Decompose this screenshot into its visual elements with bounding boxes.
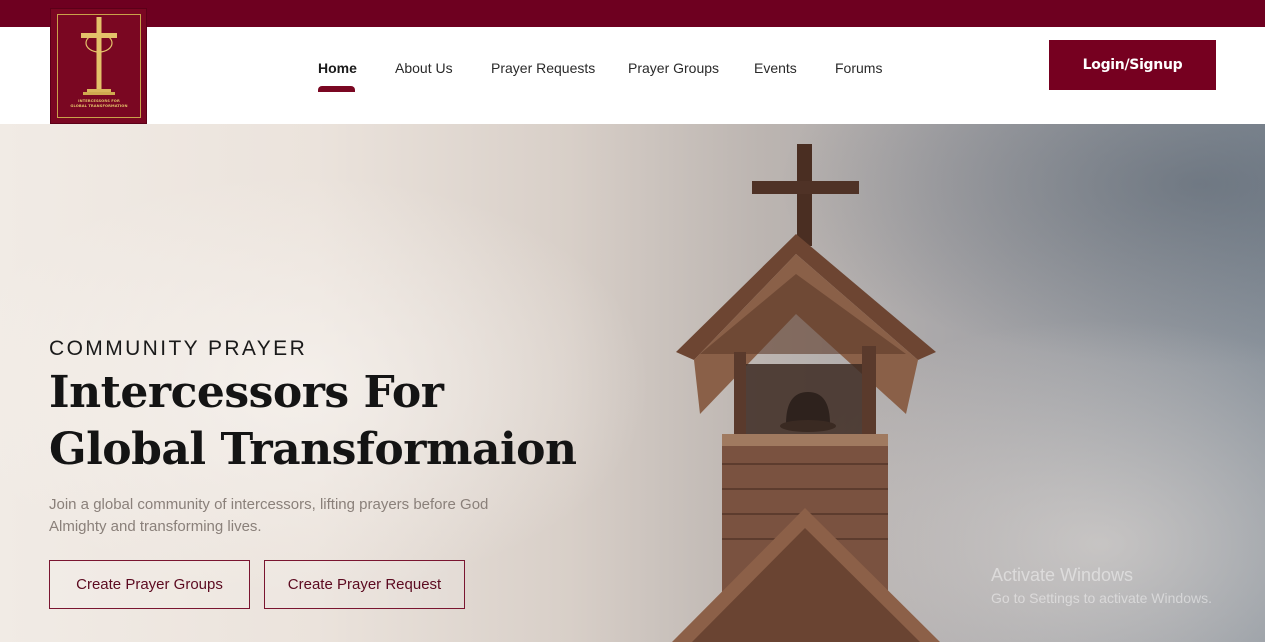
top-bar bbox=[0, 0, 1265, 27]
hero-title-line1: Intercessors For bbox=[49, 367, 444, 418]
nav-item-events[interactable]: Events bbox=[754, 60, 797, 76]
logo-text-line2: GLOBAL TRANSFORMATION bbox=[70, 104, 128, 108]
site-logo[interactable]: INTERCESSORS FOR GLOBAL TRANSFORMATION bbox=[50, 8, 147, 124]
create-prayer-request-button[interactable]: Create Prayer Request bbox=[264, 560, 465, 609]
watermark-line2: Go to Settings to activate Windows. bbox=[991, 590, 1212, 606]
activate-windows-watermark: Activate Windows Go to Settings to activ… bbox=[991, 565, 1212, 606]
watermark-line1: Activate Windows bbox=[991, 565, 1134, 585]
hero-eyebrow: COMMUNITY PRAYER bbox=[49, 337, 308, 360]
login-signup-button[interactable]: Login/Signup bbox=[1049, 40, 1216, 90]
nav-item-home[interactable]: Home bbox=[318, 60, 357, 76]
nav-item-forums[interactable]: Forums bbox=[835, 60, 882, 76]
hero-title: Intercessors For Global Transformaion bbox=[49, 364, 577, 478]
nav-item-prayer-requests[interactable]: Prayer Requests bbox=[491, 60, 595, 76]
create-prayer-groups-button[interactable]: Create Prayer Groups bbox=[49, 560, 250, 609]
hero-section: COMMUNITY PRAYER Intercessors For Global… bbox=[0, 124, 1265, 642]
nav-item-about-us[interactable]: About Us bbox=[395, 60, 453, 76]
hero-description: Join a global community of intercessors,… bbox=[49, 496, 489, 535]
nav-item-prayer-groups[interactable]: Prayer Groups bbox=[628, 60, 719, 76]
active-nav-indicator bbox=[318, 86, 355, 92]
logo-text-line1: INTERCESSORS FOR bbox=[78, 99, 120, 103]
hero-title-line2: Global Transformaion bbox=[49, 424, 577, 475]
